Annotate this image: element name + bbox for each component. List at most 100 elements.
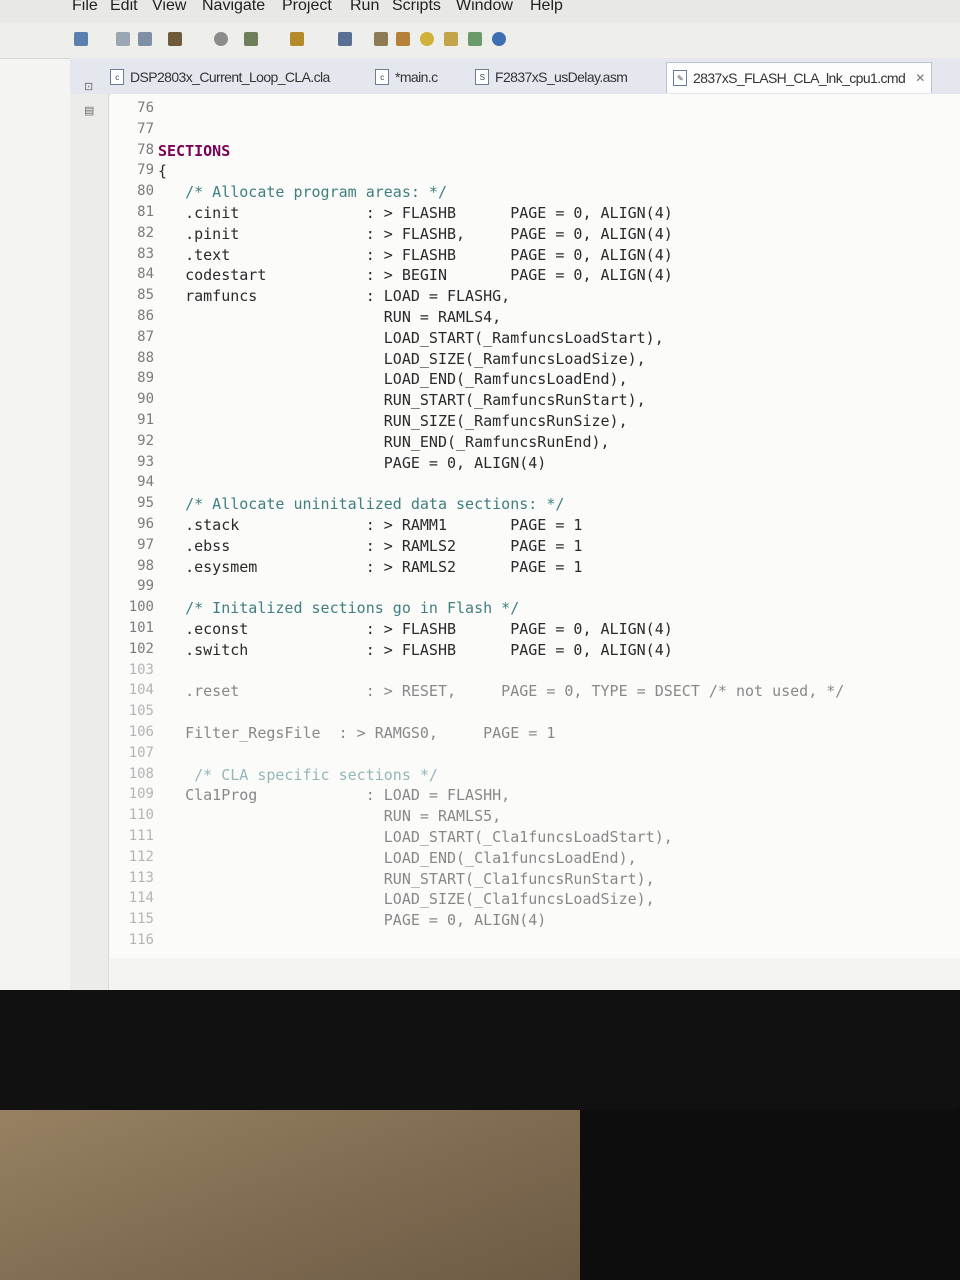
line-number: 84 — [137, 266, 154, 283]
menu-edit[interactable]: Edit — [110, 0, 138, 15]
marker-icon[interactable] — [396, 32, 410, 46]
line-number: 82 — [137, 224, 154, 241]
line-number: 104 — [128, 682, 154, 699]
code-text: PAGE = 0, ALIGN(4) — [158, 911, 547, 930]
menu-scripts[interactable]: Scripts — [392, 0, 441, 15]
line-number: 93 — [137, 453, 154, 470]
toolbar — [0, 22, 960, 59]
line-number: 90 — [137, 391, 154, 408]
tab-label: DSP2803x_Current_Loop_CLA.cla — [130, 69, 330, 85]
line-number: 116 — [128, 932, 154, 948]
line-number: 102 — [128, 640, 154, 657]
code-text: PAGE = 0, ALIGN(4) — [158, 453, 547, 472]
asm-file-icon: S — [475, 69, 489, 85]
line-number: 110 — [128, 807, 154, 824]
line-number: 115 — [128, 911, 154, 928]
line-number: 97 — [137, 536, 154, 553]
code-text: /* Initalized sections go in Flash */ — [158, 599, 520, 618]
code-text: /* Allocate program areas: */ — [158, 183, 447, 202]
line-number: 96 — [137, 516, 154, 532]
code-text: .pinit : > FLASHB, PAGE = 0, ALIGN(4) — [158, 224, 673, 243]
menu-bar: File Edit View Navigate Project Run Scri… — [0, 0, 960, 23]
line-number: 94 — [137, 474, 154, 491]
code-text: RUN_SIZE(_RamfuncsRunSize), — [158, 412, 628, 430]
line-number: 98 — [137, 557, 154, 574]
line-number: 89 — [137, 370, 154, 387]
code-text: RUN_END(_RamfuncsRunEnd), — [158, 432, 610, 451]
side-panel-strip — [70, 94, 109, 990]
build-icon[interactable] — [168, 32, 182, 46]
cla-file-icon: c — [110, 69, 124, 85]
lightbulb-icon[interactable] — [420, 32, 434, 46]
line-number: 99 — [137, 578, 154, 595]
pin-icon[interactable]: ⊡ — [84, 80, 98, 94]
line-number: 106 — [128, 724, 154, 740]
code-text: LOAD_START(_RamfuncsLoadStart), — [158, 328, 664, 347]
code-text: LOAD_START(_Cla1funcsLoadStart), — [158, 828, 673, 846]
line-number: 108 — [128, 765, 154, 782]
view-icon[interactable] — [338, 32, 352, 46]
line-number: 112 — [128, 848, 154, 865]
menu-navigate[interactable]: Navigate — [202, 0, 265, 15]
code-text: .econst : > FLASHB PAGE = 0, ALIGN(4) — [158, 620, 673, 638]
line-number: 78 — [137, 141, 154, 158]
line-number: 109 — [128, 786, 154, 803]
line-number: 113 — [128, 869, 154, 886]
tab-cmd-file[interactable]: ✎ 2837xS_FLASH_CLA_lnk_cpu1.cmd ✕ — [666, 62, 932, 93]
tab-usdelay-asm[interactable]: S F2837xS_usDelay.asm — [475, 62, 628, 92]
code-text: .text : > FLASHB PAGE = 0, ALIGN(4) — [158, 245, 673, 264]
monitor-bezel: File Edit View Navigate Project Run Scri… — [0, 0, 960, 1110]
cmd-file-icon: ✎ — [673, 70, 687, 86]
line-number: 111 — [128, 828, 154, 844]
close-icon[interactable]: ✕ — [915, 71, 925, 85]
line-number: 91 — [137, 412, 154, 428]
code-text: /* CLA specific sections */ — [158, 765, 438, 784]
code-text: RUN_START(_Cla1funcsRunStart), — [158, 869, 655, 888]
menu-view[interactable]: View — [152, 0, 186, 15]
code-text: LOAD_END(_Cla1funcsLoadEnd), — [158, 848, 637, 867]
tab-cla-file[interactable]: c DSP2803x_Current_Loop_CLA.cla — [110, 62, 330, 92]
link-icon[interactable] — [468, 32, 482, 46]
line-number: 105 — [128, 703, 154, 720]
code-text: .cinit : > FLASHB PAGE = 0, ALIGN(4) — [158, 204, 673, 222]
code-text: /* Allocate uninitalized data sections: … — [158, 495, 565, 514]
code-text: SECTIONS — [158, 141, 231, 160]
code-text: { — [158, 162, 168, 181]
code-text: .switch : > FLASHB PAGE = 0, ALIGN(4) — [158, 640, 673, 659]
code-text: RUN_START(_RamfuncsRunStart), — [158, 391, 646, 410]
tab-label: *main.c — [395, 69, 438, 85]
menu-run[interactable]: Run — [350, 0, 379, 15]
code-editor[interactable]: 76 77 78 SECTIONS 79{80 /* Allocate program … — [110, 94, 960, 958]
outline-icon[interactable]: ▤ — [84, 104, 98, 118]
save-all-icon[interactable] — [138, 32, 152, 46]
ide-window: File Edit View Navigate Project Run Scri… — [0, 0, 960, 990]
menu-project[interactable]: Project — [282, 0, 332, 15]
tab-label: F2837xS_usDelay.asm — [495, 69, 628, 85]
globe-icon[interactable] — [492, 32, 506, 46]
menu-file[interactable]: File — [72, 0, 98, 15]
menu-help[interactable]: Help — [530, 0, 563, 15]
search-icon[interactable] — [214, 32, 228, 46]
menu-window[interactable]: Window — [456, 0, 513, 15]
code-text: RUN = RAMLS4, — [158, 308, 502, 326]
line-number: 80 — [137, 183, 154, 200]
toggle-icon[interactable] — [374, 32, 388, 46]
code-text: LOAD_SIZE(_RamfuncsLoadSize), — [158, 349, 646, 368]
tab-main-c[interactable]: c *main.c — [375, 62, 438, 92]
line-number: 85 — [137, 287, 154, 304]
code-text: ramfuncs : LOAD = FLASHG, — [158, 287, 511, 306]
line-number: 103 — [128, 661, 154, 678]
line-number: 77 — [137, 120, 154, 137]
line-number: 83 — [137, 245, 154, 262]
debug-icon[interactable] — [244, 32, 258, 46]
line-number: 76 — [137, 100, 154, 116]
save-icon[interactable] — [116, 32, 130, 46]
run-icon[interactable] — [290, 32, 304, 46]
new-icon[interactable] — [74, 32, 88, 46]
pencil-icon[interactable] — [444, 32, 458, 46]
code-text: RUN = RAMLS5, — [158, 807, 502, 826]
code-text: .stack : > RAMM1 PAGE = 1 — [158, 516, 583, 534]
code-text: LOAD_SIZE(_Cla1funcsLoadSize), — [158, 890, 655, 909]
line-number: 107 — [128, 744, 154, 761]
line-number: 95 — [137, 495, 154, 512]
